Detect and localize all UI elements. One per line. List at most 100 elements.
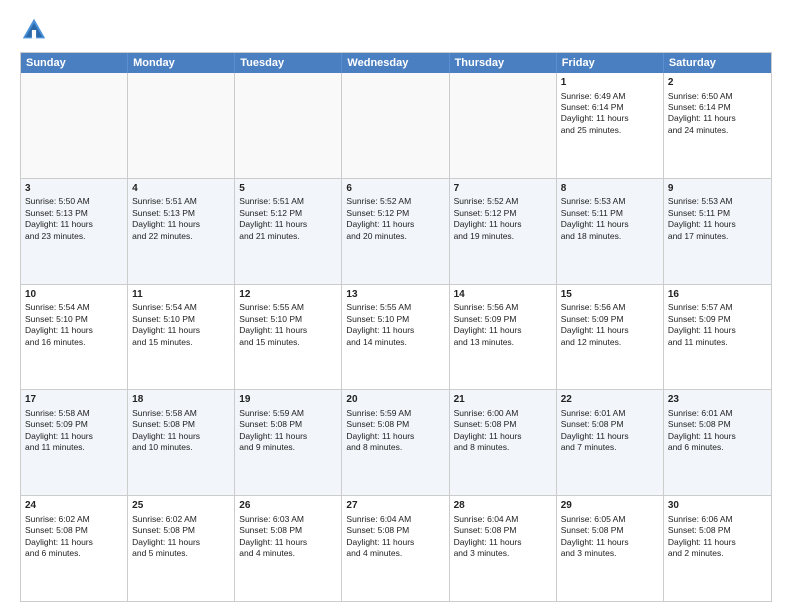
day-info: Sunrise: 5:51 AM Sunset: 5:12 PM Dayligh…	[239, 196, 307, 240]
day-info: Sunrise: 6:02 AM Sunset: 5:08 PM Dayligh…	[25, 514, 93, 558]
day-number: 19	[239, 393, 337, 407]
day-number: 7	[454, 182, 552, 196]
cal-cell	[128, 73, 235, 178]
cal-cell: 23Sunrise: 6:01 AM Sunset: 5:08 PM Dayli…	[664, 390, 771, 495]
day-info: Sunrise: 5:50 AM Sunset: 5:13 PM Dayligh…	[25, 196, 93, 240]
day-number: 12	[239, 288, 337, 302]
cal-cell: 12Sunrise: 5:55 AM Sunset: 5:10 PM Dayli…	[235, 285, 342, 390]
day-number: 23	[668, 393, 767, 407]
day-info: Sunrise: 5:56 AM Sunset: 5:09 PM Dayligh…	[561, 302, 629, 346]
day-info: Sunrise: 6:03 AM Sunset: 5:08 PM Dayligh…	[239, 514, 307, 558]
header-day-thursday: Thursday	[450, 53, 557, 73]
header-day-sunday: Sunday	[21, 53, 128, 73]
logo-icon	[20, 16, 48, 44]
day-info: Sunrise: 6:01 AM Sunset: 5:08 PM Dayligh…	[668, 408, 736, 452]
header-day-monday: Monday	[128, 53, 235, 73]
header-day-wednesday: Wednesday	[342, 53, 449, 73]
day-info: Sunrise: 5:55 AM Sunset: 5:10 PM Dayligh…	[346, 302, 414, 346]
day-number: 8	[561, 182, 659, 196]
cal-cell: 22Sunrise: 6:01 AM Sunset: 5:08 PM Dayli…	[557, 390, 664, 495]
cal-cell	[342, 73, 449, 178]
cal-cell: 1Sunrise: 6:49 AM Sunset: 6:14 PM Daylig…	[557, 73, 664, 178]
day-info: Sunrise: 6:50 AM Sunset: 6:14 PM Dayligh…	[668, 91, 736, 135]
cal-cell: 5Sunrise: 5:51 AM Sunset: 5:12 PM Daylig…	[235, 179, 342, 284]
day-number: 1	[561, 76, 659, 90]
day-number: 21	[454, 393, 552, 407]
header	[20, 16, 772, 44]
header-day-friday: Friday	[557, 53, 664, 73]
page: SundayMondayTuesdayWednesdayThursdayFrid…	[0, 0, 792, 612]
cal-cell: 13Sunrise: 5:55 AM Sunset: 5:10 PM Dayli…	[342, 285, 449, 390]
calendar-row-5: 24Sunrise: 6:02 AM Sunset: 5:08 PM Dayli…	[21, 495, 771, 601]
cal-cell: 10Sunrise: 5:54 AM Sunset: 5:10 PM Dayli…	[21, 285, 128, 390]
cal-cell: 28Sunrise: 6:04 AM Sunset: 5:08 PM Dayli…	[450, 496, 557, 601]
calendar-row-1: 1Sunrise: 6:49 AM Sunset: 6:14 PM Daylig…	[21, 73, 771, 178]
day-info: Sunrise: 5:59 AM Sunset: 5:08 PM Dayligh…	[239, 408, 307, 452]
header-day-saturday: Saturday	[664, 53, 771, 73]
cal-cell: 2Sunrise: 6:50 AM Sunset: 6:14 PM Daylig…	[664, 73, 771, 178]
day-info: Sunrise: 6:05 AM Sunset: 5:08 PM Dayligh…	[561, 514, 629, 558]
calendar-row-4: 17Sunrise: 5:58 AM Sunset: 5:09 PM Dayli…	[21, 389, 771, 495]
calendar: SundayMondayTuesdayWednesdayThursdayFrid…	[20, 52, 772, 602]
cal-cell: 17Sunrise: 5:58 AM Sunset: 5:09 PM Dayli…	[21, 390, 128, 495]
day-number: 22	[561, 393, 659, 407]
day-info: Sunrise: 6:00 AM Sunset: 5:08 PM Dayligh…	[454, 408, 522, 452]
day-info: Sunrise: 6:49 AM Sunset: 6:14 PM Dayligh…	[561, 91, 629, 135]
cal-cell: 11Sunrise: 5:54 AM Sunset: 5:10 PM Dayli…	[128, 285, 235, 390]
calendar-body: 1Sunrise: 6:49 AM Sunset: 6:14 PM Daylig…	[21, 73, 771, 601]
day-info: Sunrise: 5:54 AM Sunset: 5:10 PM Dayligh…	[25, 302, 93, 346]
day-info: Sunrise: 5:52 AM Sunset: 5:12 PM Dayligh…	[454, 196, 522, 240]
day-info: Sunrise: 5:56 AM Sunset: 5:09 PM Dayligh…	[454, 302, 522, 346]
day-number: 30	[668, 499, 767, 513]
cal-cell: 30Sunrise: 6:06 AM Sunset: 5:08 PM Dayli…	[664, 496, 771, 601]
day-number: 13	[346, 288, 444, 302]
day-number: 26	[239, 499, 337, 513]
day-info: Sunrise: 5:55 AM Sunset: 5:10 PM Dayligh…	[239, 302, 307, 346]
cal-cell: 21Sunrise: 6:00 AM Sunset: 5:08 PM Dayli…	[450, 390, 557, 495]
cal-cell: 16Sunrise: 5:57 AM Sunset: 5:09 PM Dayli…	[664, 285, 771, 390]
logo	[20, 16, 52, 44]
day-info: Sunrise: 5:57 AM Sunset: 5:09 PM Dayligh…	[668, 302, 736, 346]
day-number: 24	[25, 499, 123, 513]
cal-cell: 3Sunrise: 5:50 AM Sunset: 5:13 PM Daylig…	[21, 179, 128, 284]
day-info: Sunrise: 5:51 AM Sunset: 5:13 PM Dayligh…	[132, 196, 200, 240]
cal-cell: 25Sunrise: 6:02 AM Sunset: 5:08 PM Dayli…	[128, 496, 235, 601]
calendar-row-3: 10Sunrise: 5:54 AM Sunset: 5:10 PM Dayli…	[21, 284, 771, 390]
day-info: Sunrise: 5:59 AM Sunset: 5:08 PM Dayligh…	[346, 408, 414, 452]
day-info: Sunrise: 6:06 AM Sunset: 5:08 PM Dayligh…	[668, 514, 736, 558]
day-number: 17	[25, 393, 123, 407]
cal-cell: 20Sunrise: 5:59 AM Sunset: 5:08 PM Dayli…	[342, 390, 449, 495]
day-number: 11	[132, 288, 230, 302]
day-number: 27	[346, 499, 444, 513]
cal-cell: 19Sunrise: 5:59 AM Sunset: 5:08 PM Dayli…	[235, 390, 342, 495]
day-info: Sunrise: 6:02 AM Sunset: 5:08 PM Dayligh…	[132, 514, 200, 558]
day-number: 15	[561, 288, 659, 302]
day-number: 18	[132, 393, 230, 407]
day-number: 14	[454, 288, 552, 302]
day-info: Sunrise: 5:58 AM Sunset: 5:08 PM Dayligh…	[132, 408, 200, 452]
day-number: 6	[346, 182, 444, 196]
day-number: 4	[132, 182, 230, 196]
calendar-header: SundayMondayTuesdayWednesdayThursdayFrid…	[21, 53, 771, 73]
cal-cell: 15Sunrise: 5:56 AM Sunset: 5:09 PM Dayli…	[557, 285, 664, 390]
cal-cell: 29Sunrise: 6:05 AM Sunset: 5:08 PM Dayli…	[557, 496, 664, 601]
day-number: 2	[668, 76, 767, 90]
cal-cell: 18Sunrise: 5:58 AM Sunset: 5:08 PM Dayli…	[128, 390, 235, 495]
cal-cell	[450, 73, 557, 178]
cal-cell: 8Sunrise: 5:53 AM Sunset: 5:11 PM Daylig…	[557, 179, 664, 284]
cal-cell: 26Sunrise: 6:03 AM Sunset: 5:08 PM Dayli…	[235, 496, 342, 601]
day-info: Sunrise: 5:58 AM Sunset: 5:09 PM Dayligh…	[25, 408, 93, 452]
day-info: Sunrise: 5:53 AM Sunset: 5:11 PM Dayligh…	[561, 196, 629, 240]
day-info: Sunrise: 5:52 AM Sunset: 5:12 PM Dayligh…	[346, 196, 414, 240]
day-info: Sunrise: 5:54 AM Sunset: 5:10 PM Dayligh…	[132, 302, 200, 346]
day-number: 5	[239, 182, 337, 196]
day-number: 20	[346, 393, 444, 407]
cal-cell: 24Sunrise: 6:02 AM Sunset: 5:08 PM Dayli…	[21, 496, 128, 601]
day-number: 10	[25, 288, 123, 302]
cal-cell	[21, 73, 128, 178]
day-number: 3	[25, 182, 123, 196]
day-number: 25	[132, 499, 230, 513]
cal-cell: 9Sunrise: 5:53 AM Sunset: 5:11 PM Daylig…	[664, 179, 771, 284]
day-info: Sunrise: 6:04 AM Sunset: 5:08 PM Dayligh…	[454, 514, 522, 558]
day-number: 28	[454, 499, 552, 513]
